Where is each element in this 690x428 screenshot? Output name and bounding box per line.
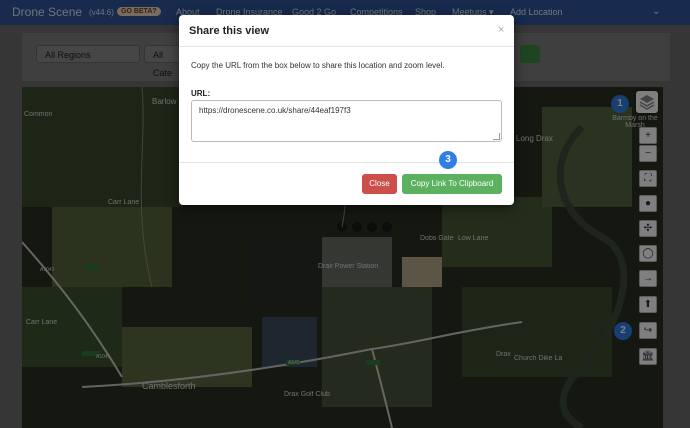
callout-badge-3: 3 [439,151,457,169]
modal-footer-divider [179,162,514,163]
modal-description: Copy the URL from the box below to share… [191,61,445,70]
modal-header-divider [179,46,514,47]
url-value: https://dronescene.co.uk/share/44eaf197f… [199,106,351,115]
url-textarea[interactable]: https://dronescene.co.uk/share/44eaf197f… [191,100,502,142]
share-view-modal: Share this view × Copy the URL from the … [179,15,514,205]
modal-title: Share this view [189,25,270,37]
resize-handle-icon[interactable] [493,133,500,140]
url-label: URL: [191,89,211,98]
close-button[interactable]: Close [362,174,397,194]
copy-link-button[interactable]: Copy Link To Clipboard [402,174,502,194]
close-icon[interactable]: × [498,24,504,36]
